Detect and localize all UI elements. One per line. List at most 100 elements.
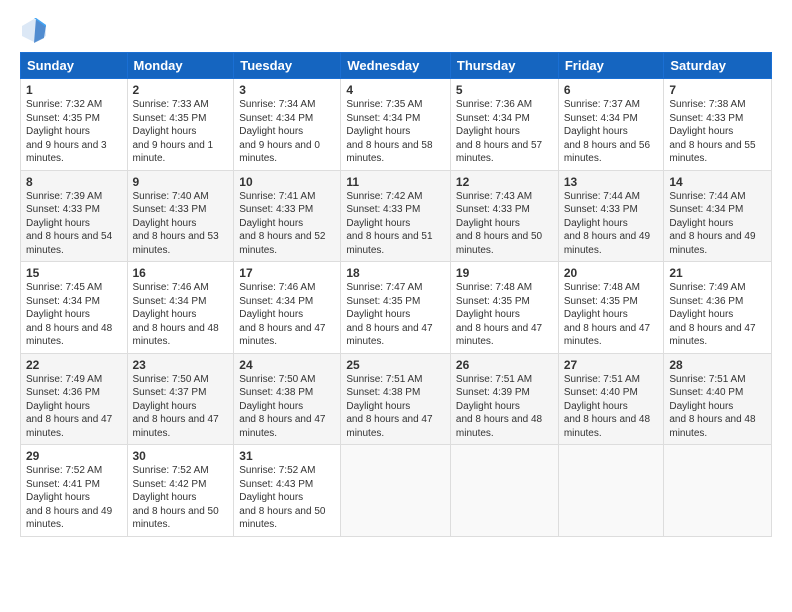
week-row-2: 8 Sunrise: 7:39 AMSunset: 4:33 PMDayligh… — [21, 170, 772, 262]
col-header-friday: Friday — [558, 53, 664, 79]
day-info: Sunrise: 7:51 AMSunset: 4:39 PMDaylight … — [456, 374, 542, 439]
calendar-cell: 10 Sunrise: 7:41 AMSunset: 4:33 PMDaylig… — [234, 170, 341, 262]
day-info: Sunrise: 7:40 AMSunset: 4:33 PMDaylight … — [133, 191, 219, 256]
calendar-cell: 20 Sunrise: 7:48 AMSunset: 4:35 PMDaylig… — [558, 262, 664, 354]
day-number: 27 — [564, 358, 659, 372]
col-header-monday: Monday — [127, 53, 234, 79]
day-number: 31 — [239, 449, 335, 463]
col-header-saturday: Saturday — [664, 53, 772, 79]
logo — [20, 16, 52, 44]
day-number: 16 — [133, 266, 229, 280]
day-number: 30 — [133, 449, 229, 463]
calendar-cell: 30 Sunrise: 7:52 AMSunset: 4:42 PMDaylig… — [127, 445, 234, 537]
day-number: 10 — [239, 175, 335, 189]
logo-icon — [20, 16, 48, 44]
day-number: 17 — [239, 266, 335, 280]
day-number: 9 — [133, 175, 229, 189]
day-info: Sunrise: 7:46 AMSunset: 4:34 PMDaylight … — [239, 282, 325, 347]
day-info: Sunrise: 7:42 AMSunset: 4:33 PMDaylight … — [346, 191, 432, 256]
day-info: Sunrise: 7:50 AMSunset: 4:37 PMDaylight … — [133, 374, 219, 439]
calendar-cell: 4 Sunrise: 7:35 AMSunset: 4:34 PMDayligh… — [341, 79, 451, 171]
day-info: Sunrise: 7:35 AMSunset: 4:34 PMDaylight … — [346, 99, 432, 164]
day-info: Sunrise: 7:47 AMSunset: 4:35 PMDaylight … — [346, 282, 432, 347]
day-number: 8 — [26, 175, 122, 189]
day-number: 5 — [456, 83, 553, 97]
day-number: 23 — [133, 358, 229, 372]
calendar-cell — [664, 445, 772, 537]
day-info: Sunrise: 7:49 AMSunset: 4:36 PMDaylight … — [26, 374, 112, 439]
day-info: Sunrise: 7:33 AMSunset: 4:35 PMDaylight … — [133, 99, 214, 164]
day-number: 2 — [133, 83, 229, 97]
calendar-cell: 22 Sunrise: 7:49 AMSunset: 4:36 PMDaylig… — [21, 353, 128, 445]
day-number: 21 — [669, 266, 766, 280]
day-number: 14 — [669, 175, 766, 189]
day-info: Sunrise: 7:32 AMSunset: 4:35 PMDaylight … — [26, 99, 107, 164]
day-number: 15 — [26, 266, 122, 280]
day-info: Sunrise: 7:43 AMSunset: 4:33 PMDaylight … — [456, 191, 542, 256]
col-header-tuesday: Tuesday — [234, 53, 341, 79]
calendar-cell: 31 Sunrise: 7:52 AMSunset: 4:43 PMDaylig… — [234, 445, 341, 537]
day-info: Sunrise: 7:41 AMSunset: 4:33 PMDaylight … — [239, 191, 325, 256]
day-number: 11 — [346, 175, 445, 189]
day-info: Sunrise: 7:46 AMSunset: 4:34 PMDaylight … — [133, 282, 219, 347]
calendar-cell: 21 Sunrise: 7:49 AMSunset: 4:36 PMDaylig… — [664, 262, 772, 354]
week-row-5: 29 Sunrise: 7:52 AMSunset: 4:41 PMDaylig… — [21, 445, 772, 537]
day-info: Sunrise: 7:38 AMSunset: 4:33 PMDaylight … — [669, 99, 755, 164]
day-number: 28 — [669, 358, 766, 372]
calendar-cell: 25 Sunrise: 7:51 AMSunset: 4:38 PMDaylig… — [341, 353, 451, 445]
day-number: 3 — [239, 83, 335, 97]
calendar-cell: 24 Sunrise: 7:50 AMSunset: 4:38 PMDaylig… — [234, 353, 341, 445]
calendar-cell: 29 Sunrise: 7:52 AMSunset: 4:41 PMDaylig… — [21, 445, 128, 537]
day-number: 24 — [239, 358, 335, 372]
day-info: Sunrise: 7:48 AMSunset: 4:35 PMDaylight … — [456, 282, 542, 347]
day-info: Sunrise: 7:45 AMSunset: 4:34 PMDaylight … — [26, 282, 112, 347]
calendar-cell: 11 Sunrise: 7:42 AMSunset: 4:33 PMDaylig… — [341, 170, 451, 262]
day-info: Sunrise: 7:44 AMSunset: 4:34 PMDaylight … — [669, 191, 755, 256]
header — [20, 16, 772, 44]
day-number: 7 — [669, 83, 766, 97]
calendar-cell: 28 Sunrise: 7:51 AMSunset: 4:40 PMDaylig… — [664, 353, 772, 445]
day-info: Sunrise: 7:48 AMSunset: 4:35 PMDaylight … — [564, 282, 650, 347]
day-info: Sunrise: 7:34 AMSunset: 4:34 PMDaylight … — [239, 99, 320, 164]
calendar-cell: 13 Sunrise: 7:44 AMSunset: 4:33 PMDaylig… — [558, 170, 664, 262]
day-info: Sunrise: 7:39 AMSunset: 4:33 PMDaylight … — [26, 191, 112, 256]
day-number: 22 — [26, 358, 122, 372]
calendar-cell: 3 Sunrise: 7:34 AMSunset: 4:34 PMDayligh… — [234, 79, 341, 171]
calendar-cell: 6 Sunrise: 7:37 AMSunset: 4:34 PMDayligh… — [558, 79, 664, 171]
week-row-4: 22 Sunrise: 7:49 AMSunset: 4:36 PMDaylig… — [21, 353, 772, 445]
day-number: 20 — [564, 266, 659, 280]
day-number: 19 — [456, 266, 553, 280]
calendar-cell: 19 Sunrise: 7:48 AMSunset: 4:35 PMDaylig… — [450, 262, 558, 354]
calendar-cell: 14 Sunrise: 7:44 AMSunset: 4:34 PMDaylig… — [664, 170, 772, 262]
calendar-cell: 16 Sunrise: 7:46 AMSunset: 4:34 PMDaylig… — [127, 262, 234, 354]
day-number: 6 — [564, 83, 659, 97]
calendar-cell: 17 Sunrise: 7:46 AMSunset: 4:34 PMDaylig… — [234, 262, 341, 354]
day-info: Sunrise: 7:52 AMSunset: 4:41 PMDaylight … — [26, 465, 112, 530]
day-number: 1 — [26, 83, 122, 97]
day-info: Sunrise: 7:37 AMSunset: 4:34 PMDaylight … — [564, 99, 650, 164]
calendar-cell: 23 Sunrise: 7:50 AMSunset: 4:37 PMDaylig… — [127, 353, 234, 445]
day-number: 4 — [346, 83, 445, 97]
calendar-cell: 5 Sunrise: 7:36 AMSunset: 4:34 PMDayligh… — [450, 79, 558, 171]
day-number: 29 — [26, 449, 122, 463]
day-number: 26 — [456, 358, 553, 372]
col-header-sunday: Sunday — [21, 53, 128, 79]
day-info: Sunrise: 7:52 AMSunset: 4:42 PMDaylight … — [133, 465, 219, 530]
day-number: 12 — [456, 175, 553, 189]
day-info: Sunrise: 7:36 AMSunset: 4:34 PMDaylight … — [456, 99, 542, 164]
calendar-header-row: SundayMondayTuesdayWednesdayThursdayFrid… — [21, 53, 772, 79]
calendar-table: SundayMondayTuesdayWednesdayThursdayFrid… — [20, 52, 772, 537]
day-info: Sunrise: 7:51 AMSunset: 4:40 PMDaylight … — [564, 374, 650, 439]
day-info: Sunrise: 7:44 AMSunset: 4:33 PMDaylight … — [564, 191, 650, 256]
col-header-wednesday: Wednesday — [341, 53, 451, 79]
calendar-cell: 2 Sunrise: 7:33 AMSunset: 4:35 PMDayligh… — [127, 79, 234, 171]
calendar-cell — [558, 445, 664, 537]
calendar-cell: 1 Sunrise: 7:32 AMSunset: 4:35 PMDayligh… — [21, 79, 128, 171]
week-row-1: 1 Sunrise: 7:32 AMSunset: 4:35 PMDayligh… — [21, 79, 772, 171]
calendar-cell — [450, 445, 558, 537]
day-info: Sunrise: 7:52 AMSunset: 4:43 PMDaylight … — [239, 465, 325, 530]
calendar-cell: 15 Sunrise: 7:45 AMSunset: 4:34 PMDaylig… — [21, 262, 128, 354]
calendar-cell: 8 Sunrise: 7:39 AMSunset: 4:33 PMDayligh… — [21, 170, 128, 262]
day-number: 13 — [564, 175, 659, 189]
calendar-cell: 27 Sunrise: 7:51 AMSunset: 4:40 PMDaylig… — [558, 353, 664, 445]
